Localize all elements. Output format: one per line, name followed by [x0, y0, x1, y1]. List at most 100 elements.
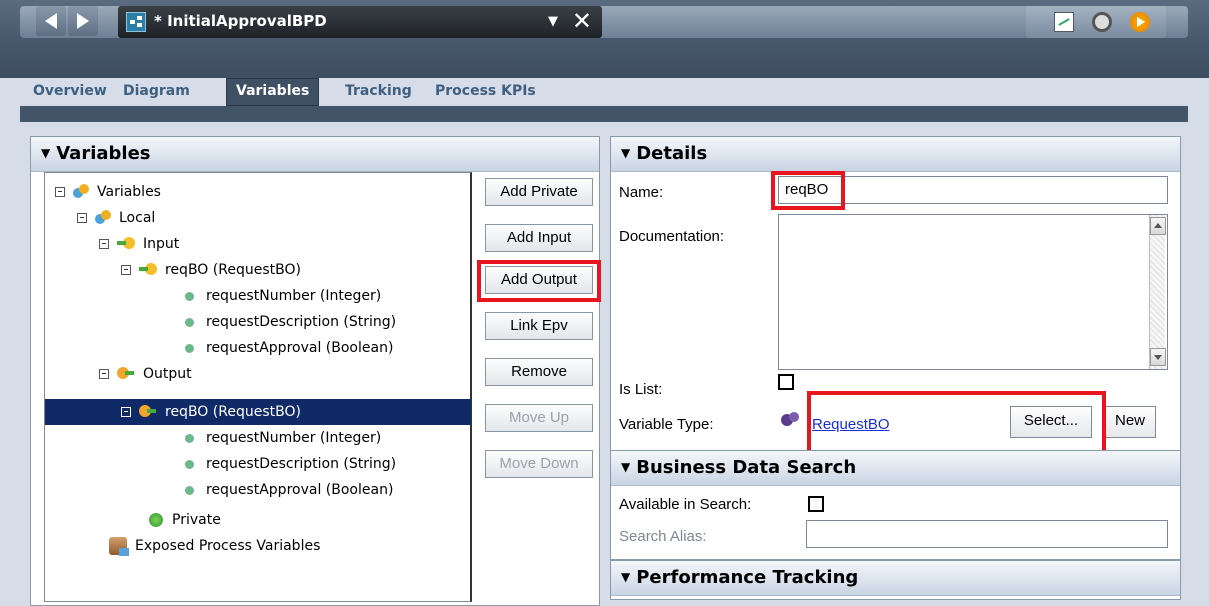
tab-variables[interactable]: Variables [226, 78, 320, 106]
field-icon [185, 317, 194, 327]
tree-node-input[interactable]: Input [99, 233, 179, 255]
available-in-search-checkbox[interactable] [808, 496, 824, 512]
add-private-button[interactable]: Add Private [485, 178, 593, 206]
collapse-toggle-icon[interactable] [121, 265, 131, 275]
performance-tracking-header[interactable]: ▼ Performance Tracking [611, 561, 1180, 596]
forward-icon [77, 13, 89, 29]
collapse-icon: ▼ [621, 460, 631, 474]
tree-node-field[interactable]: requestDescription (String) [185, 453, 396, 475]
documentation-scrollbar[interactable] [1149, 215, 1165, 369]
tree-node-local[interactable]: Local [77, 207, 155, 229]
collapse-toggle-icon[interactable] [77, 213, 87, 223]
field-icon [185, 485, 194, 495]
search-alias-field[interactable] [806, 520, 1168, 548]
field-icon [185, 433, 194, 443]
input-icon [139, 263, 157, 277]
tree-node-field[interactable]: requestNumber (Integer) [185, 285, 381, 307]
collapse-toggle-icon[interactable] [99, 239, 109, 249]
variables-tree[interactable]: Variables Local Input reqBO (RequestBO) … [44, 172, 472, 602]
tree-node-label: Output [143, 366, 192, 382]
add-input-button[interactable]: Add Input [485, 224, 593, 252]
tree-node-output-reqbo[interactable]: reqBO (RequestBO) [45, 399, 471, 425]
inspector-icon[interactable] [1092, 12, 1112, 32]
tree-node-field[interactable]: requestDescription (String) [185, 311, 396, 333]
scroll-down-icon[interactable] [1150, 348, 1166, 366]
move-down-button[interactable]: Move Down [485, 450, 593, 478]
run-icon[interactable] [1130, 12, 1150, 32]
tree-node-exposed-variables[interactable]: Exposed Process Variables [109, 535, 320, 557]
tree-node-label: Exposed Process Variables [135, 538, 321, 554]
tree-node-label: reqBO (RequestBO) [165, 262, 301, 278]
highlight-variable-type [807, 391, 1106, 456]
tree-node-label: requestNumber (Integer) [206, 288, 382, 304]
collapse-toggle-icon[interactable] [99, 369, 109, 379]
collapse-toggle-icon[interactable] [55, 187, 65, 197]
back-icon [45, 13, 57, 29]
tree-node-field[interactable]: requestNumber (Integer) [185, 427, 381, 449]
tab-tracking[interactable]: Tracking [336, 78, 421, 106]
highlight-add-output [477, 260, 601, 302]
documentation-label: Documentation: [619, 228, 725, 245]
tree-node-label: Private [172, 512, 221, 528]
details-panel-header[interactable]: ▼ Details [611, 137, 1180, 172]
variables-icon [95, 210, 111, 226]
exposed-variables-icon [109, 537, 129, 556]
performance-tracking-panel: ▼ Performance Tracking [610, 560, 1181, 600]
business-data-search-header[interactable]: ▼ Business Data Search [611, 451, 1180, 486]
remove-button[interactable]: Remove [485, 358, 593, 386]
is-list-checkbox[interactable] [778, 374, 794, 390]
tab-overview[interactable]: Overview [24, 78, 116, 106]
search-alias-label: Search Alias: [619, 528, 707, 545]
field-icon [185, 459, 194, 469]
tab-process-kpis[interactable]: Process KPIs [426, 78, 545, 106]
back-button[interactable] [36, 6, 66, 36]
tab-diagram[interactable]: Diagram [114, 78, 199, 106]
dropdown-icon[interactable]: ▼ [548, 14, 558, 29]
tree-node-label: requestApproval (Boolean) [206, 340, 394, 356]
tree-node-label: Local [119, 210, 156, 226]
tab-underline [20, 106, 1188, 122]
move-up-button[interactable]: Move Up [485, 404, 593, 432]
collapse-icon: ▼ [621, 570, 631, 584]
business-object-icon [781, 412, 801, 430]
variables-icon [73, 184, 89, 200]
output-icon [117, 367, 135, 381]
output-icon [139, 405, 157, 419]
name-label: Name: [619, 184, 664, 201]
field-icon [185, 343, 194, 353]
new-type-button[interactable]: New [1104, 406, 1156, 438]
toolbar-actions [1026, 6, 1166, 38]
tree-node-output[interactable]: Output [99, 363, 192, 385]
document-title: * InitialApprovalBPD [154, 12, 327, 30]
tree-node-field[interactable]: requestApproval (Boolean) [185, 337, 393, 359]
close-icon[interactable]: ✕ [572, 7, 592, 35]
scroll-up-icon[interactable] [1150, 217, 1166, 235]
collapse-icon: ▼ [41, 146, 51, 160]
tree-node-field[interactable]: requestApproval (Boolean) [185, 479, 393, 501]
business-data-search-title: Business Data Search [636, 457, 857, 478]
forward-button[interactable] [68, 6, 98, 36]
bpd-icon [126, 12, 146, 32]
document-tab[interactable]: * InitialApprovalBPD ▼ ✕ [118, 6, 602, 38]
documentation-field[interactable] [778, 214, 1168, 370]
available-in-search-label: Available in Search: [619, 496, 752, 513]
link-epv-button[interactable]: Link Epv [485, 312, 593, 340]
editor-tabs: Overview Diagram Variables Tracking Proc… [20, 78, 1188, 106]
details-panel-title: Details [636, 143, 708, 164]
tree-node-label: requestApproval (Boolean) [206, 482, 394, 498]
variables-panel-header[interactable]: ▼ Variables [31, 137, 599, 172]
tree-node-private[interactable]: Private [149, 509, 221, 531]
highlight-name [771, 171, 845, 210]
tree-node-input-reqbo[interactable]: reqBO (RequestBO) [121, 259, 301, 281]
private-icon [149, 513, 163, 527]
tree-node-label: requestDescription (String) [206, 314, 397, 330]
variables-panel-title: Variables [56, 143, 151, 164]
tree-node-label: requestNumber (Integer) [206, 430, 382, 446]
field-icon [185, 291, 194, 301]
chart-icon[interactable] [1054, 12, 1074, 32]
tree-node-variables[interactable]: Variables [55, 181, 161, 203]
tree-node-label: Variables [97, 184, 161, 200]
window-toolbar: * InitialApprovalBPD ▼ ✕ [0, 0, 1209, 78]
collapse-toggle-icon[interactable] [121, 407, 131, 417]
variable-type-label: Variable Type: [619, 416, 714, 433]
